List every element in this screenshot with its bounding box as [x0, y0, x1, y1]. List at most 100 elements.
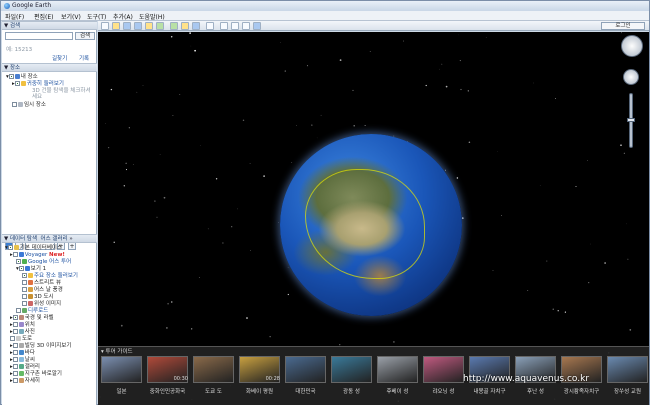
- tour-thumbnail[interactable]: [285, 356, 326, 383]
- layer-gallery-label: 갤러리: [24, 364, 40, 370]
- login-button[interactable]: 로그인: [601, 22, 645, 30]
- move-control-icon[interactable]: [623, 69, 639, 85]
- places-header-label: 장소: [9, 65, 21, 71]
- menu-bar: 파일(F) 편집(E) 보기(V) 도구(T) 추가(A) 도움말(H): [1, 11, 649, 21]
- layers-tab-explore[interactable]: 데이터 탐색: [10, 236, 37, 242]
- tour-thumbnail-label: 장쑤성 교원: [613, 389, 642, 395]
- new-badge: New!: [48, 252, 65, 258]
- toolbar: 로그인: [98, 21, 649, 31]
- search-button[interactable]: 검색: [75, 32, 95, 40]
- search-example: 예: 15213: [6, 47, 33, 53]
- email-icon[interactable]: [220, 22, 228, 30]
- menu-view[interactable]: 보기(V): [61, 12, 81, 21]
- layer-download-label: 디루로드: [28, 308, 49, 314]
- tour-thumbnail[interactable]: [101, 356, 142, 383]
- tour-thumbnail[interactable]: [607, 356, 648, 383]
- view-in-maps-icon[interactable]: [253, 22, 261, 30]
- layer-featured[interactable]: 주요 장소 둘러보기: [22, 273, 78, 279]
- window-title: Google Earth: [12, 2, 52, 9]
- layer-places[interactable]: ▸ 위치: [10, 322, 35, 328]
- historical-imagery-icon[interactable]: [170, 22, 178, 30]
- layer-primary-db[interactable]: ▾ 기본 데이터베이스: [5, 245, 62, 251]
- layer-satellite[interactable]: 위성 이미지: [22, 301, 61, 307]
- directions-link[interactable]: 길찾기: [52, 54, 67, 62]
- image-overlay-icon[interactable]: [145, 22, 153, 30]
- layer-global-awareness[interactable]: ▸ 지구촌 바로알기: [10, 371, 62, 377]
- layer-featured-label: 주요 장소 둘러보기: [34, 273, 78, 279]
- tour-thumbnail[interactable]: [377, 356, 418, 383]
- layer-global-awareness-label: 지구촌 바로알기: [24, 371, 62, 377]
- layer-earth-scenery[interactable]: 어스 날 풍경: [22, 287, 63, 293]
- menu-edit[interactable]: 편집(E): [34, 12, 54, 21]
- menu-add[interactable]: 추가(A): [113, 12, 133, 21]
- globe[interactable]: [280, 134, 462, 316]
- path-icon[interactable]: [134, 22, 142, 30]
- layer-borders-label: 국경 및 라벨: [24, 315, 54, 321]
- layers-panel-header: ▼ 데이터 탐색 어스 갤러리 »: [2, 234, 97, 243]
- menu-tools[interactable]: 도구(T): [87, 12, 106, 21]
- planets-icon[interactable]: [192, 22, 200, 30]
- tour-thumbnail-label: 광시좡족자치구: [563, 389, 600, 395]
- layer-voyager-label: Voyager: [24, 252, 48, 258]
- tree-my-places[interactable]: ▾ 내 장소: [6, 74, 38, 80]
- tour-thumbnail-label: 화베이 평원: [245, 389, 274, 395]
- layer-download[interactable]: 디루로드: [16, 308, 48, 314]
- layer-street-view-label: 스트리트 뷰: [34, 280, 62, 286]
- google-earth-icon: [4, 3, 10, 9]
- layer-earth-scenery-label: 어스 날 풍경: [34, 287, 63, 293]
- layer-photos[interactable]: ▸ 사진: [10, 329, 35, 335]
- polygon-icon[interactable]: [123, 22, 131, 30]
- sunlight-icon[interactable]: [181, 22, 189, 30]
- tour-thumbnail-label: 중화인민공화국: [149, 389, 186, 395]
- look-control-icon[interactable]: [621, 35, 643, 57]
- search-panel-header[interactable]: ▼ 검색: [2, 21, 97, 30]
- menu-file[interactable]: 파일(F): [5, 12, 24, 21]
- layer-ocean[interactable]: ▸ 바다: [10, 350, 35, 356]
- layer-earth-tour-label: Google 어스 투어: [28, 259, 72, 265]
- tree-sightseeing[interactable]: ▸ 귀중히 둘러보기: [12, 81, 64, 87]
- tour-thumbnail[interactable]: [331, 356, 372, 383]
- sidebar-toggle-icon[interactable]: [101, 22, 109, 30]
- tour-thumbnail[interactable]: [423, 356, 464, 383]
- layer-more[interactable]: ▸ 자세히: [10, 378, 40, 384]
- country-borders: [305, 169, 425, 279]
- layer-weather-label: 날씨: [24, 357, 35, 363]
- layer-3d-buildings[interactable]: ▸ 빌딩 3D 이미지보기: [10, 343, 71, 349]
- menu-help[interactable]: 도움말(H): [139, 12, 165, 21]
- layer-gallery[interactable]: ▸ 갤러리: [10, 364, 40, 370]
- layer-3d-cities[interactable]: 3D 도시: [22, 294, 54, 300]
- tree-temporary-places[interactable]: 임시 장소: [12, 102, 46, 108]
- layer-street-view[interactable]: 스트리트 뷰: [22, 280, 61, 286]
- layer-earth-tour[interactable]: Google 어스 투어: [16, 259, 71, 265]
- layer-places-label: 위치: [24, 322, 35, 328]
- zoom-out-button[interactable]: +: [68, 242, 76, 250]
- layers-tab-gallery[interactable]: 어스 갤러리: [41, 236, 68, 242]
- layer-primary-db-label: 기본 데이터베이스: [19, 245, 62, 251]
- history-link[interactable]: 기록: [79, 54, 89, 62]
- tour-thumbnail-label: 랴오닝 성: [432, 389, 455, 395]
- layer-roads-label: 도로: [22, 336, 33, 342]
- layer-borders[interactable]: ▸ 국경 및 라벨: [10, 315, 54, 321]
- save-image-icon[interactable]: [242, 22, 250, 30]
- search-input[interactable]: [5, 32, 73, 40]
- tour-guide-title: ▾ 투어 가이드: [101, 349, 133, 355]
- tour-thumbnail[interactable]: [193, 356, 234, 383]
- layer-weather[interactable]: ▸ 날씨: [10, 357, 35, 363]
- layer-view[interactable]: ▾ 보기 1: [16, 266, 46, 272]
- tour-duration-badge: 00:30: [173, 376, 188, 382]
- record-tour-icon[interactable]: [156, 22, 164, 30]
- app-window: Google Earth 파일(F) 편집(E) 보기(V) 도구(T) 추가(…: [0, 0, 650, 405]
- tour-thumbnail-label: 후난 성: [527, 389, 544, 395]
- layer-voyager[interactable]: ▸ Voyager New!: [10, 252, 65, 258]
- print-icon[interactable]: [231, 22, 239, 30]
- zoom-slider-knob[interactable]: [627, 118, 635, 122]
- places-panel-header[interactable]: ▼ 장소: [2, 63, 97, 72]
- tour-duration-badge: 00:28: [265, 376, 280, 382]
- tour-thumbnail-label: 도쿄 도: [205, 389, 222, 395]
- tour-thumbnail-label: 내몽골 자치구: [473, 389, 506, 395]
- layer-roads[interactable]: 도로: [10, 336, 32, 342]
- placemark-icon[interactable]: [112, 22, 120, 30]
- title-bar: Google Earth: [1, 1, 649, 11]
- ruler-icon[interactable]: [206, 22, 214, 30]
- search-header-label: 검색: [9, 23, 21, 29]
